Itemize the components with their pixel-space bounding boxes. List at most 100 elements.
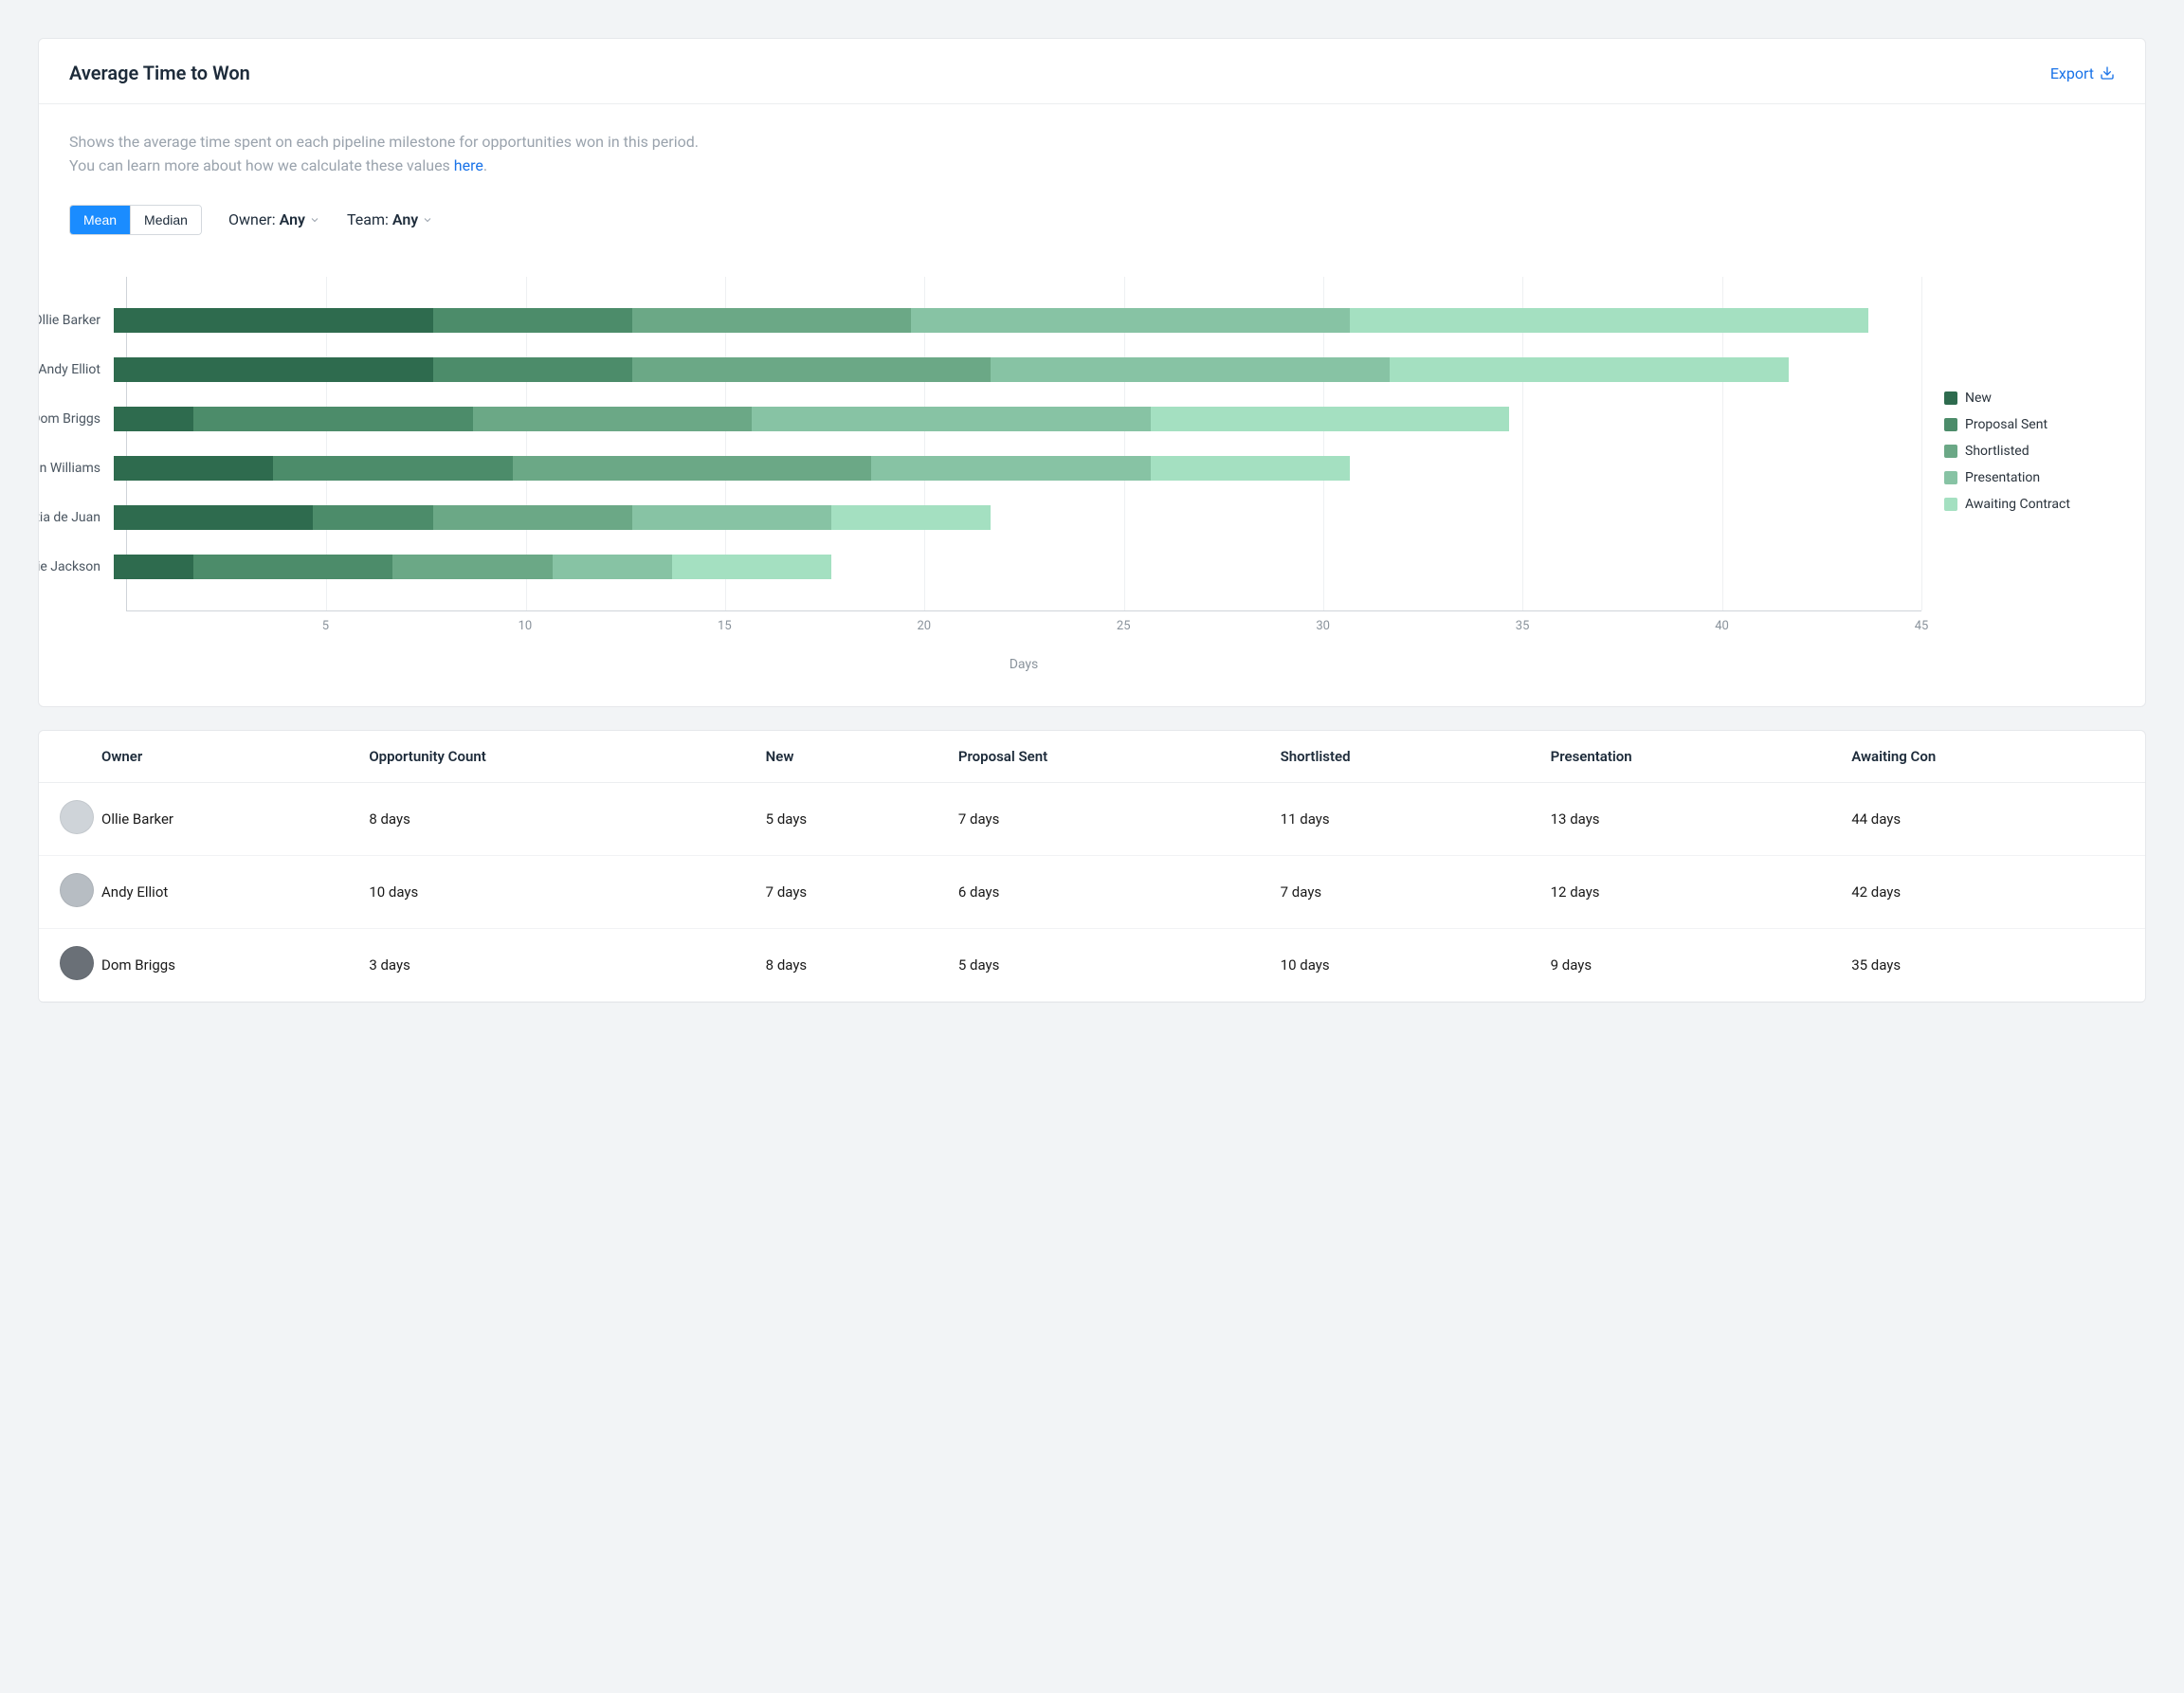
- chart-row: Ollie Barker: [127, 296, 1921, 345]
- data-cell: 42 days: [1836, 855, 2145, 928]
- table-row[interactable]: Ollie Barker8 days5 days7 days11 days13 …: [39, 782, 2145, 855]
- x-tick: 10: [519, 619, 533, 633]
- table-header-row: OwnerOpportunity CountNewProposal SentSh…: [39, 731, 2145, 783]
- chart-segment: [991, 357, 1390, 382]
- data-cell: 9 days: [1536, 928, 1837, 1001]
- chart-bar: [114, 407, 1908, 431]
- avatar: [60, 946, 94, 980]
- table-header: Shortlisted: [1265, 731, 1536, 783]
- chart-segment: [672, 555, 831, 579]
- chart-legend: New Proposal Sent Shortlisted Presentation A…: [1944, 277, 2115, 512]
- grid-line: [1921, 277, 1922, 610]
- chart-segment: [1151, 407, 1510, 431]
- chart-segment: [1390, 357, 1789, 382]
- data-cell: 7 days: [943, 782, 1265, 855]
- chart-area: Ollie BarkerAndy ElliotDom BriggsGavin W…: [126, 277, 1921, 672]
- export-label: Export: [2050, 64, 2094, 82]
- data-cell: 6 days: [943, 855, 1265, 928]
- chart-bar: [114, 456, 1908, 481]
- x-tick: 20: [917, 619, 931, 633]
- table-row[interactable]: Dom Briggs3 days8 days5 days10 days9 day…: [39, 928, 2145, 1001]
- data-cell: 8 days: [354, 782, 750, 855]
- avatar: [60, 873, 94, 907]
- chart-segment: [193, 407, 472, 431]
- legend-item: Presentation: [1944, 470, 2115, 485]
- legend-item: Proposal Sent: [1944, 417, 2115, 432]
- chart-segment: [752, 407, 1151, 431]
- x-tick: 35: [1516, 619, 1530, 633]
- team-filter-label: Team:: [347, 210, 389, 228]
- data-cell: 11 days: [1265, 782, 1536, 855]
- chart-segment: [114, 555, 193, 579]
- legend-item: Awaiting Contract: [1944, 497, 2115, 512]
- legend-label: Presentation: [1965, 470, 2040, 485]
- table-row[interactable]: Andy Elliot10 days7 days6 days7 days12 d…: [39, 855, 2145, 928]
- chart-row: Dom Briggs: [127, 394, 1921, 444]
- chart-segment: [313, 505, 432, 530]
- data-cell: 10 days: [354, 855, 750, 928]
- chart-segment: [871, 456, 1150, 481]
- chart-segment: [433, 357, 632, 382]
- chart-segment: [632, 505, 831, 530]
- table-header: Owner: [94, 731, 354, 783]
- team-filter[interactable]: Team: Any: [347, 210, 433, 228]
- x-tick: 30: [1316, 619, 1330, 633]
- legend-label: Proposal Sent: [1965, 417, 2048, 432]
- export-button[interactable]: Export: [2050, 64, 2115, 82]
- chart-segment: [273, 456, 512, 481]
- median-button[interactable]: Median: [130, 206, 201, 234]
- table-card: OwnerOpportunity CountNewProposal SentSh…: [38, 730, 2146, 1003]
- data-cell: 13 days: [1536, 782, 1837, 855]
- card-body: Shows the average time spent on each pip…: [39, 104, 2145, 706]
- data-cell: 35 days: [1836, 928, 2145, 1001]
- description: Shows the average time spent on each pip…: [69, 131, 2115, 178]
- learn-more-link[interactable]: here: [454, 156, 483, 174]
- x-axis-label: Days: [126, 657, 1921, 672]
- owner-cell: Dom Briggs: [94, 928, 354, 1001]
- mean-median-toggle: Mean Median: [69, 205, 202, 235]
- chart-bar: [114, 555, 1908, 579]
- chart-segment: [114, 505, 313, 530]
- chart-segment: [1350, 308, 1868, 333]
- owner-filter[interactable]: Owner: Any: [228, 210, 320, 228]
- owner-cell: Ollie Barker: [94, 782, 354, 855]
- bars-region: Ollie BarkerAndy ElliotDom BriggsGavin W…: [126, 277, 1921, 611]
- table-header: Proposal Sent: [943, 731, 1265, 783]
- chart-row: Gavin Williams: [127, 444, 1921, 493]
- table-header: Awaiting Con: [1836, 731, 2145, 783]
- chart-segment: [473, 407, 752, 431]
- table-header: Opportunity Count: [354, 731, 750, 783]
- x-tick: 45: [1915, 619, 1929, 633]
- chart-segment: [114, 407, 193, 431]
- avatar-cell: [39, 782, 94, 855]
- card-header: Average Time to Won Export: [39, 39, 2145, 104]
- chart-row-label: Gavin Williams: [38, 461, 114, 476]
- data-table: OwnerOpportunity CountNewProposal SentSh…: [39, 731, 2145, 1002]
- chart-row: Ollie Jackson: [127, 542, 1921, 592]
- chart-bar: [114, 308, 1908, 333]
- page-title: Average Time to Won: [69, 62, 250, 84]
- chart-segment: [114, 308, 433, 333]
- chart-bar: [114, 505, 1908, 530]
- legend-label: New: [1965, 391, 1992, 406]
- legend-item: New: [1944, 391, 2115, 406]
- legend-swatch: [1944, 445, 1957, 458]
- chart-wrap: Ollie BarkerAndy ElliotDom BriggsGavin W…: [69, 277, 2115, 672]
- owner-cell: Andy Elliot: [94, 855, 354, 928]
- chart-row-label: Dom Briggs: [38, 411, 114, 427]
- legend-label: Shortlisted: [1965, 444, 2029, 459]
- legend-swatch: [1944, 498, 1957, 511]
- legend-swatch: [1944, 391, 1957, 405]
- owner-filter-value: Any: [280, 210, 305, 228]
- data-cell: 7 days: [751, 855, 943, 928]
- legend-swatch: [1944, 418, 1957, 431]
- data-cell: 8 days: [751, 928, 943, 1001]
- table-header: Presentation: [1536, 731, 1837, 783]
- data-cell: 5 days: [751, 782, 943, 855]
- chart-row-label: Ollie Jackson: [38, 559, 114, 574]
- chart-segment: [1151, 456, 1350, 481]
- mean-button[interactable]: Mean: [70, 206, 130, 234]
- owner-filter-label: Owner:: [228, 210, 276, 228]
- x-tick: 25: [1117, 619, 1131, 633]
- legend-item: Shortlisted: [1944, 444, 2115, 459]
